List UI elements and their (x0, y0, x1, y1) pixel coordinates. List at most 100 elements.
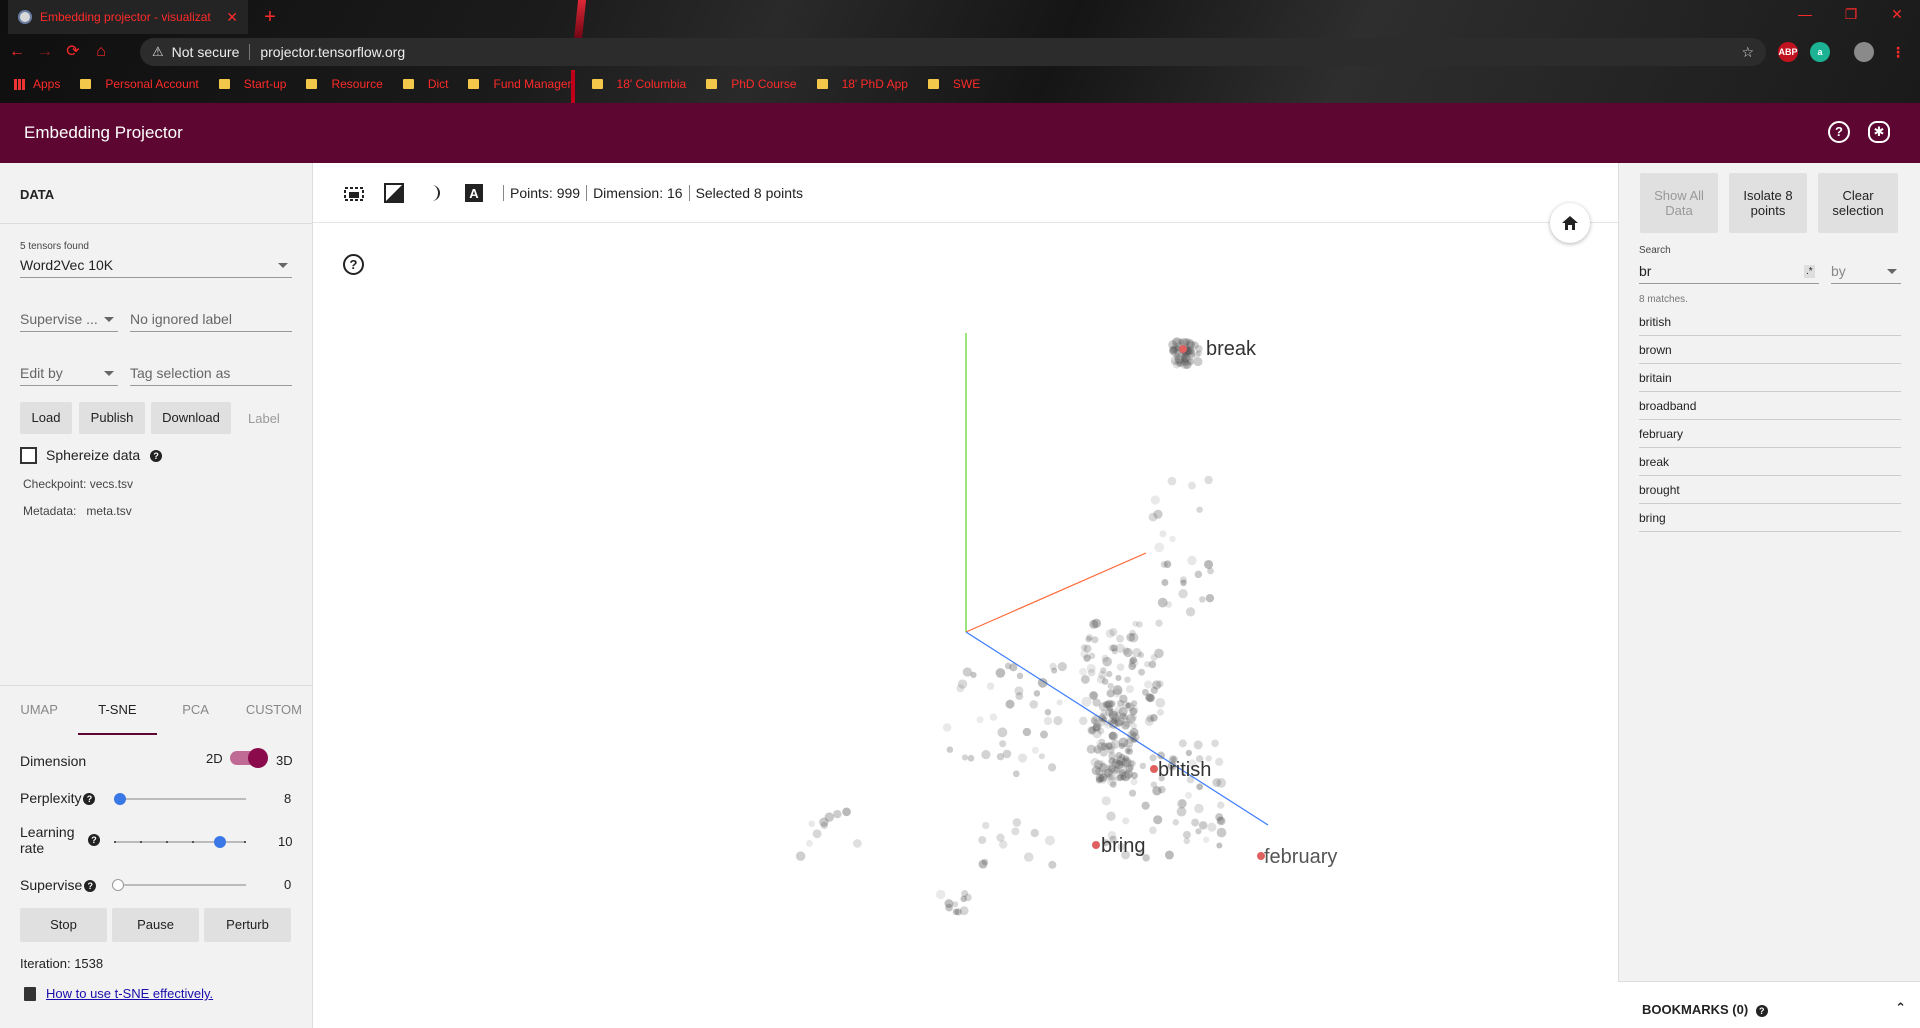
data-point[interactable] (1115, 674, 1122, 681)
data-point[interactable] (982, 821, 990, 830)
data-point[interactable] (1118, 707, 1128, 717)
bookmark-folder[interactable]: Dict (402, 77, 448, 91)
data-point[interactable] (1125, 685, 1134, 694)
data-point[interactable] (1191, 341, 1199, 349)
data-point[interactable] (1196, 783, 1203, 791)
tag-selection-input[interactable]: Tag selection as (130, 365, 292, 386)
data-point[interactable] (1154, 542, 1165, 553)
isolate-points-button[interactable]: Isolate 8 points (1729, 173, 1807, 233)
list-item[interactable]: british (1639, 308, 1901, 336)
data-point[interactable] (1216, 816, 1225, 825)
data-point[interactable] (1156, 708, 1164, 716)
data-point[interactable] (1129, 657, 1139, 668)
bookmark-star-icon[interactable]: ☆ (1741, 44, 1754, 61)
new-tab-button[interactable]: + (256, 4, 284, 32)
home-nav-icon[interactable]: ⌂ (90, 41, 112, 63)
data-point[interactable] (1092, 714, 1100, 722)
data-point[interactable] (1136, 621, 1143, 628)
data-point[interactable] (936, 889, 946, 900)
data-point[interactable] (833, 809, 842, 819)
data-point[interactable] (1216, 827, 1227, 838)
data-point[interactable] (1207, 567, 1214, 575)
data-point[interactable] (1113, 766, 1121, 773)
publish-button[interactable]: Publish (79, 402, 145, 434)
data-point[interactable] (1145, 693, 1155, 703)
slider-knob[interactable] (112, 879, 124, 891)
data-point[interactable] (1106, 811, 1116, 821)
data-point[interactable] (997, 727, 1008, 738)
data-point[interactable] (995, 668, 1006, 678)
data-point[interactable] (1204, 559, 1214, 570)
back-icon[interactable]: ← (6, 41, 28, 63)
data-point[interactable] (957, 679, 968, 689)
data-point[interactable] (999, 740, 1007, 748)
data-point[interactable] (1193, 351, 1201, 358)
data-point[interactable] (1161, 579, 1169, 586)
bookmarks-panel[interactable]: BOOKMARKS (0) ? ⌃ (1618, 981, 1920, 1028)
data-point[interactable] (1086, 663, 1096, 673)
close-window-button[interactable]: ✕ (1874, 0, 1920, 30)
perturb-button[interactable]: Perturb (204, 908, 291, 942)
data-point[interactable] (1048, 860, 1057, 869)
data-point[interactable] (952, 908, 960, 916)
pause-button[interactable]: Pause (112, 908, 199, 942)
data-point[interactable] (1057, 662, 1067, 672)
data-point[interactable] (1155, 698, 1166, 708)
data-point[interactable] (1194, 570, 1203, 579)
data-point[interactable] (1199, 596, 1206, 603)
data-point[interactable] (1044, 708, 1052, 716)
help-icon[interactable]: ? (1828, 121, 1850, 143)
avatar[interactable] (1854, 42, 1874, 62)
data-point[interactable] (1183, 837, 1190, 845)
regex-toggle[interactable]: .* (1804, 265, 1815, 278)
data-point[interactable] (853, 839, 862, 848)
data-point[interactable] (1056, 699, 1063, 706)
data-point[interactable] (1016, 672, 1024, 680)
data-point[interactable] (989, 713, 998, 721)
data-point[interactable] (1159, 530, 1167, 538)
data-point[interactable] (1185, 749, 1192, 757)
data-point[interactable] (1141, 801, 1150, 810)
bookmark-folder[interactable]: Start-up (218, 77, 286, 91)
tensor-select[interactable]: Word2Vec 10K (20, 257, 292, 278)
tab-pca[interactable]: PCA (157, 686, 235, 735)
list-item[interactable]: february (1639, 420, 1901, 448)
tab-tsne[interactable]: T-SNE (78, 686, 157, 735)
data-point[interactable] (1031, 746, 1039, 754)
data-point[interactable] (1080, 674, 1090, 684)
data-point[interactable] (842, 807, 851, 817)
data-point[interactable] (1156, 680, 1164, 688)
data-point[interactable] (1160, 560, 1168, 568)
search-input[interactable]: br (1639, 263, 1819, 284)
data-point[interactable] (1216, 778, 1227, 788)
data-point[interactable] (1188, 481, 1196, 490)
data-point[interactable] (1101, 764, 1112, 775)
data-point[interactable] (1128, 632, 1139, 643)
data-point[interactable] (1101, 796, 1111, 806)
data-point[interactable] (961, 754, 969, 761)
help-icon[interactable]: ? (88, 834, 100, 846)
data-point[interactable] (996, 753, 1005, 761)
data-point[interactable] (1202, 836, 1210, 843)
data-point[interactable] (812, 829, 822, 839)
data-point[interactable] (1081, 696, 1092, 707)
ignored-label-input[interactable]: No ignored label (130, 311, 292, 332)
forward-icon[interactable]: → (34, 41, 56, 63)
data-point[interactable] (1139, 762, 1147, 770)
bookmark-folder[interactable]: Resource (306, 77, 383, 91)
bookmark-folder[interactable]: Fund Manager (468, 77, 572, 91)
data-point[interactable] (967, 754, 975, 762)
adblock-icon[interactable]: ABP (1778, 42, 1798, 62)
list-item[interactable]: broadband (1639, 392, 1901, 420)
data-point[interactable] (1040, 730, 1048, 739)
data-point[interactable] (1150, 686, 1158, 694)
data-point[interactable] (1187, 555, 1197, 566)
data-point[interactable] (1022, 727, 1032, 737)
tab-umap[interactable]: UMAP (0, 686, 78, 735)
data-point[interactable] (1193, 740, 1203, 750)
slider-knob[interactable] (214, 836, 226, 848)
load-button[interactable]: Load (20, 402, 72, 434)
list-item[interactable]: bring (1639, 504, 1901, 532)
data-point[interactable] (1116, 663, 1125, 671)
data-point[interactable] (1017, 753, 1028, 763)
